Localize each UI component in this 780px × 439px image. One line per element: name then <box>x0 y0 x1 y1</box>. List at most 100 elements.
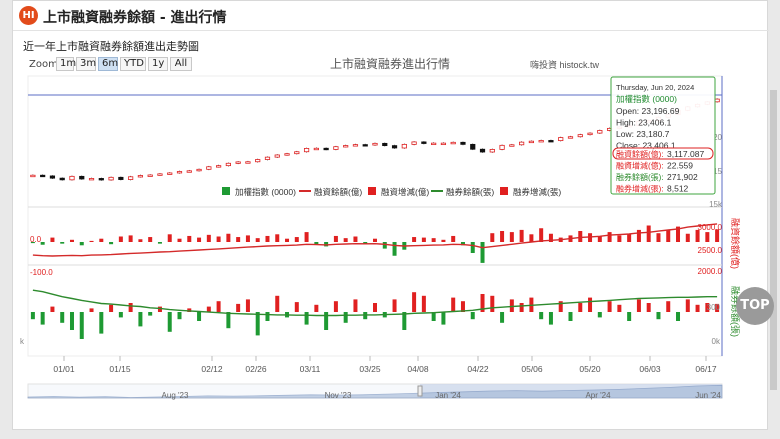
margin-change-bar <box>177 238 182 242</box>
short-axis-partial-0k: 0k <box>712 337 721 346</box>
index-candle <box>460 141 466 145</box>
back-to-top-button[interactable]: TOP <box>736 287 774 325</box>
index-candle <box>245 161 251 164</box>
page-scrollbar[interactable] <box>770 90 777 390</box>
navigator-label: Aug '23 <box>162 391 189 400</box>
chart-navigator[interactable]: Aug '23 Nov '23 Jan '24 Apr '24 Jun '24 <box>27 383 723 400</box>
tooltip-row-label: 融資增減(億): <box>616 161 664 171</box>
margin-change-bar <box>343 238 348 242</box>
margin-change-bar <box>167 234 172 242</box>
tooltip-row-label: 融券餘額(張): <box>616 172 664 182</box>
index-candle <box>264 156 271 160</box>
index-candle <box>30 174 36 178</box>
left-axis-partial-k: k <box>20 337 25 346</box>
x-axis-tick-label: 04/22 <box>467 364 489 374</box>
margin-change-bar <box>627 234 632 242</box>
short-change-bar <box>167 312 172 332</box>
legend-swatch <box>222 187 230 195</box>
index-candle <box>40 174 46 178</box>
margin-change-bar <box>99 238 104 242</box>
short-change-bar <box>128 303 133 312</box>
index-candle <box>79 175 85 180</box>
index-candle <box>216 165 222 168</box>
margin-change-bar <box>118 236 123 242</box>
index-candle <box>391 145 398 149</box>
margin-change-bar <box>79 242 84 246</box>
margin-change-bar <box>431 238 436 242</box>
index-candle <box>88 178 95 181</box>
tooltip-ohlc: High: 23,406.1 <box>616 118 672 128</box>
margin-change-bar <box>500 231 505 242</box>
x-axis-tick-label: 03/11 <box>300 364 321 374</box>
chart-legend: 加權指數 (0000) 融資餘額(億) 融資增減(億) 融券餘額(張) 融券增減(張) <box>222 187 561 197</box>
short-change-bar <box>597 312 602 318</box>
margin-change-bar <box>480 242 485 263</box>
margin-change-bar <box>421 237 426 242</box>
chart-tooltip: Thursday, Jun 20, 2024 加權指數 (0000) Open: 2… <box>610 76 716 195</box>
short-change-bar <box>216 301 221 312</box>
chart-title: 上市融資融券進出行情 <box>330 56 450 71</box>
short-change-bar <box>373 303 377 312</box>
margin-change-bar <box>656 233 661 242</box>
short-change-bar <box>441 312 446 325</box>
index-candle <box>333 146 339 150</box>
index-candle <box>303 147 310 153</box>
index-candle <box>108 176 114 181</box>
index-candle <box>206 166 212 170</box>
margin-change-bar <box>236 237 241 242</box>
tooltip-date: Thursday, Jun 20, 2024 <box>616 83 694 92</box>
index-candle <box>294 151 300 155</box>
short-change-bar <box>656 312 661 320</box>
margin-change-bar <box>138 239 143 242</box>
index-candle <box>479 148 486 153</box>
margin-change-bar <box>607 232 612 242</box>
x-axis-tick-label: 04/08 <box>407 364 429 374</box>
margin-change-bar <box>441 239 446 242</box>
margin-change-bar <box>60 242 65 244</box>
index-candle <box>372 142 378 146</box>
index-candle <box>421 141 427 144</box>
chart-credit[interactable]: 嗨投資 histock.tw <box>530 59 600 70</box>
margin-side-title: 融資餘額(億) <box>730 218 741 269</box>
x-axis-tick-label: 05/06 <box>521 364 543 374</box>
short-change-bar <box>490 295 495 312</box>
short-change-bar <box>255 312 260 336</box>
margin-change-bar <box>275 234 280 242</box>
short-change-bar <box>636 299 641 312</box>
margin-change-bar <box>109 242 114 245</box>
margin-change-bar <box>597 236 602 242</box>
margin-change-bar <box>578 231 583 242</box>
margin-change-bar <box>705 232 710 242</box>
short-change-bar <box>509 299 514 312</box>
margin-axis-2500: 2500.0 <box>698 246 723 255</box>
margin-change-bar <box>50 237 55 242</box>
legend-item: 融券餘額(張) <box>446 187 494 197</box>
index-candle <box>489 149 495 153</box>
short-change-bar <box>138 312 143 327</box>
navigator-label: Apr '24 <box>585 391 611 400</box>
margin-change-bar <box>304 232 309 242</box>
index-candle <box>558 137 564 142</box>
legend-item: 融券增減(張) <box>513 187 561 197</box>
x-axis-tick-label: 06/17 <box>695 364 717 374</box>
short-change-bar <box>148 312 153 316</box>
margin-change-bar <box>636 229 641 242</box>
tooltip-row-label: 融券增減(張): <box>616 184 664 194</box>
index-candle <box>128 176 134 180</box>
margin-change-bar <box>197 237 202 242</box>
margin-change-zero-label: 0.0 <box>30 235 42 244</box>
index-candle <box>284 153 290 156</box>
margin-change-bar <box>40 242 45 245</box>
short-change-bar <box>412 292 417 312</box>
margin-change-bar <box>617 235 622 242</box>
x-axis-tick-label: 05/20 <box>579 364 601 374</box>
short-change-bar <box>578 303 583 312</box>
index-candle <box>274 154 280 158</box>
x-axis-tick-label: 01/15 <box>109 364 131 374</box>
index-candle <box>255 159 261 163</box>
margin-change-bar <box>285 238 290 242</box>
short-change-bar <box>333 301 338 312</box>
x-axis-tick-label: 02/12 <box>201 364 223 374</box>
margin-change-bar <box>519 229 524 242</box>
short-change-bar <box>451 297 456 312</box>
